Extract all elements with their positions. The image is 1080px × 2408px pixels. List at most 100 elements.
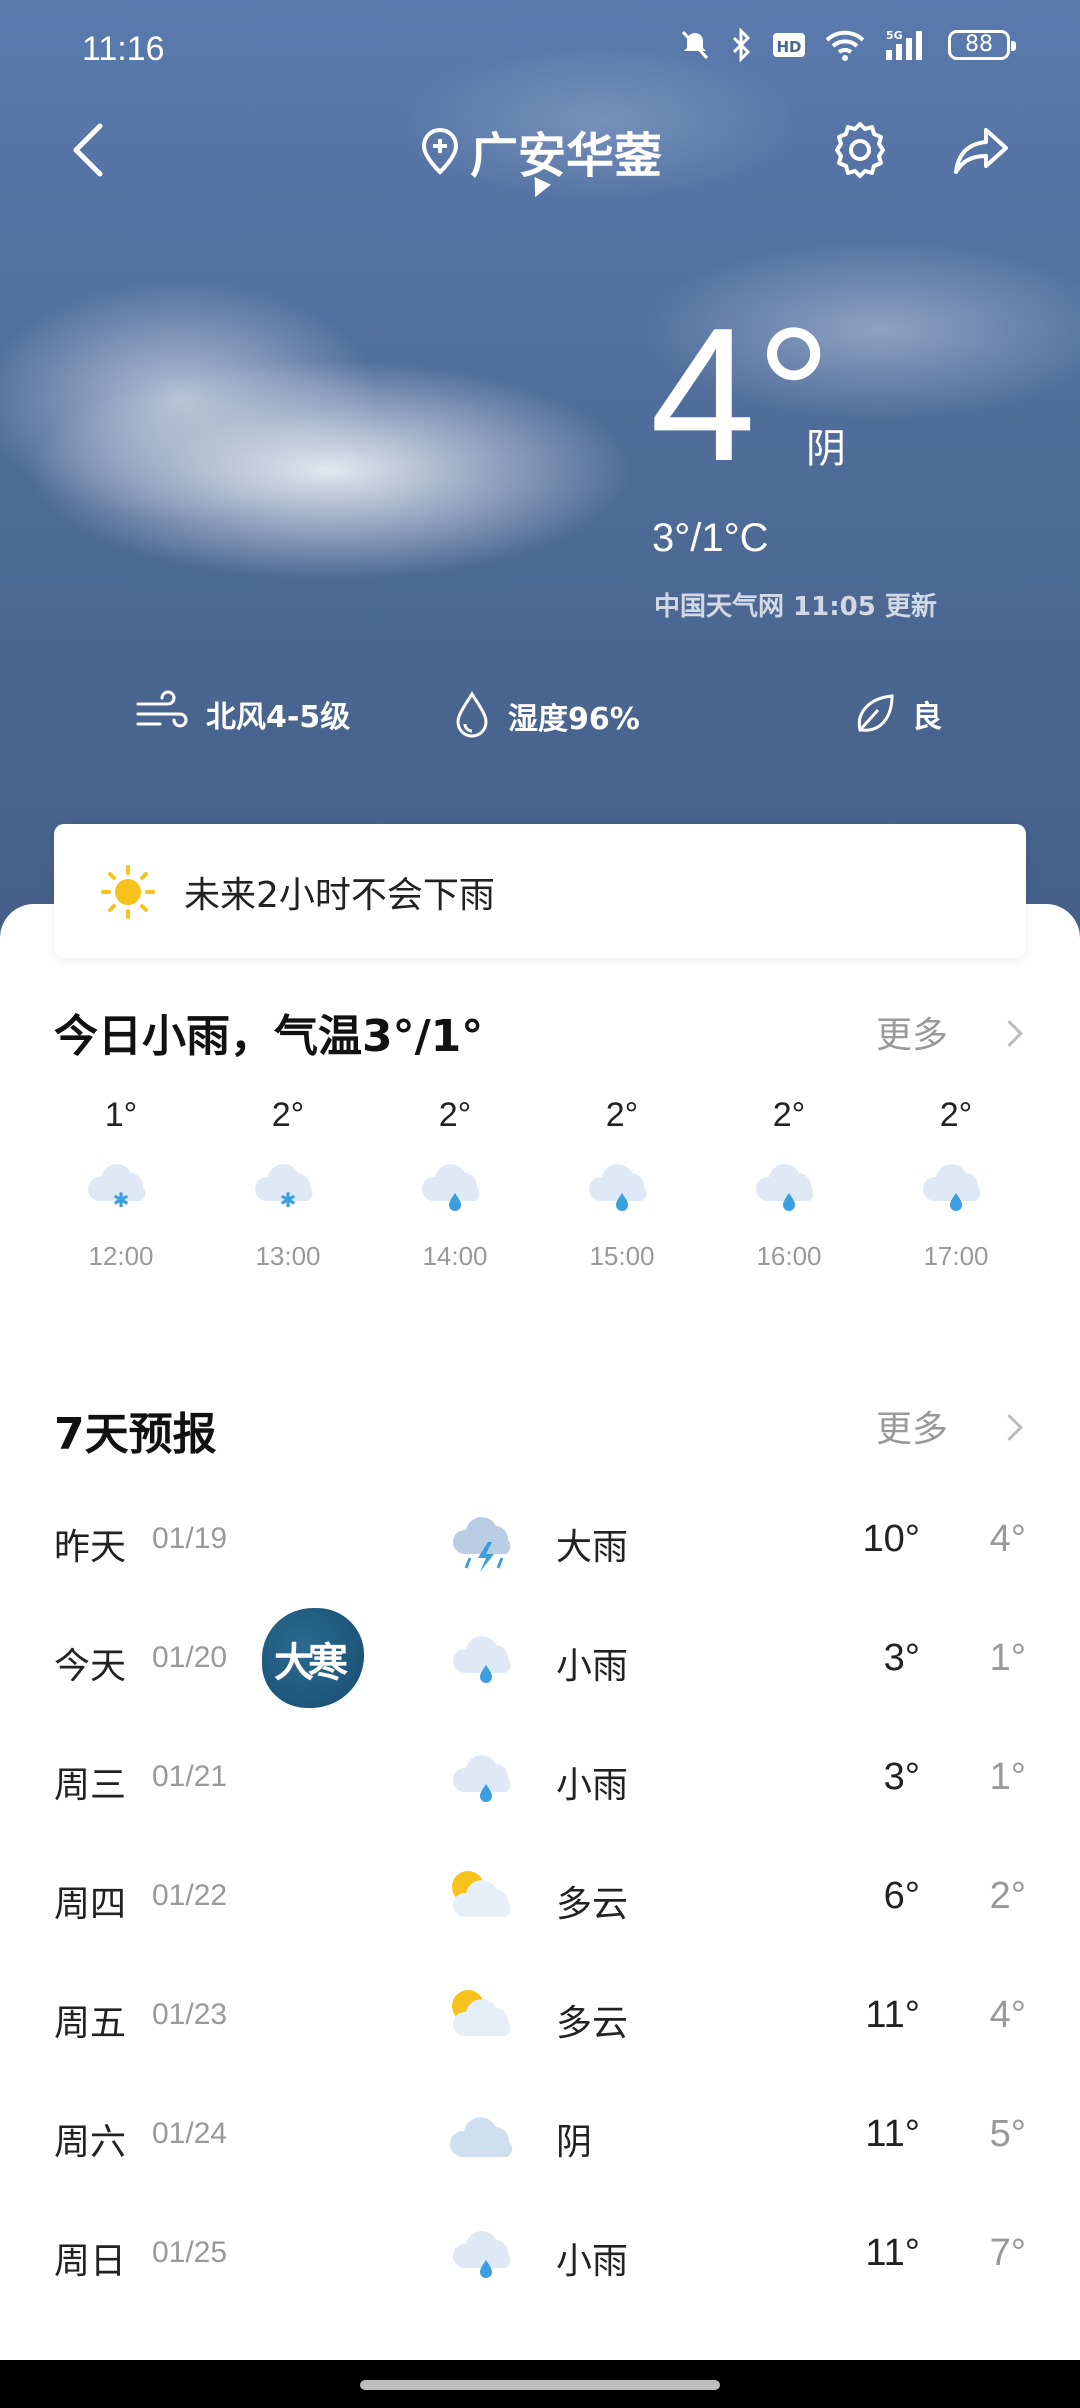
hourly-time: 15:00 [589,1241,655,1271]
forecast-high: 11° [865,2232,920,2274]
air-quality-metric[interactable]: 良 [852,690,942,738]
rain-icon [446,1746,526,1816]
forecast-date: 01/23 [152,1998,228,2031]
hourly-temp: 2° [772,1096,806,1134]
hourly-item: 2° 16:00 [729,1096,849,1272]
signal-icon: 5G [886,29,922,60]
forecast-day: 周四 [54,1884,127,1925]
forecast-row[interactable]: 周日 01/25 小雨 11° 7° [0,2214,1080,2304]
snow-icon: ✱ [81,1155,161,1219]
top-bar: 广安华蓥 [0,110,1080,201]
hourly-temp: 2° [605,1096,639,1134]
forecast-condition: 小雨 [556,1646,629,1687]
partly-cloudy-icon [446,1865,526,1935]
svg-text:5G: 5G [886,29,903,42]
status-time: 11:16 [82,30,165,68]
wifi-icon [825,30,865,61]
forecast-date: 01/20 [152,1641,228,1674]
forecast-low: 5° [989,2113,1026,2155]
forecast-day: 周五 [54,2003,127,2044]
forecast-row[interactable]: 今天 01/20 小雨 3° 1° [0,1619,1080,1709]
forecast-low: 4° [989,1994,1026,2036]
forecast-date: 01/19 [152,1522,228,1555]
forecast-row[interactable]: 周六 01/24 阴 11° 5° [0,2095,1080,2185]
forecast-day: 周日 [54,2241,127,2282]
today-more-link[interactable]: 更多 [876,1006,948,1058]
location-pin-icon [421,127,459,175]
forecast-condition: 多云 [556,1884,629,1925]
rain-icon [415,1155,495,1219]
mute-icon [681,30,709,60]
forecast-day: 周六 [54,2122,127,2163]
forecast-date: 01/21 [152,1760,228,1793]
forecast-date: 01/22 [152,1879,228,1912]
forecast-low: 2° [989,1875,1026,1917]
forecast-high: 11° [865,1994,920,2036]
weather-metrics: 北风4-5级 湿度96% 良 [0,690,1080,746]
rain-icon [446,2222,526,2292]
hourly-time: 17:00 [923,1241,989,1271]
rain-icon [582,1155,662,1219]
forecast-row[interactable]: 周三 01/21 小雨 3° 1° [0,1738,1080,1828]
wind-label: 北风4-5级 [206,700,351,735]
humidity-icon [456,691,488,738]
hourly-temp: 2° [438,1096,472,1134]
sun-icon [101,865,155,919]
forecast-more-link[interactable]: 更多 [876,1400,948,1452]
forecast-more-chevron-icon[interactable] [996,1414,1023,1441]
forecast-condition: 小雨 [556,2241,629,2282]
forecast-date: 01/24 [152,2117,228,2150]
location-name: 广安华蓥 [470,128,663,184]
hourly-temp: 2° [271,1096,305,1134]
status-bar: 11:16 HD 5G 88 [0,22,1080,74]
forecast-row[interactable]: 周四 01/22 多云 6° 2° [0,1857,1080,1947]
forecast-day: 周三 [54,1765,127,1806]
hourly-item: 2° ✱ 13:00 [228,1096,348,1272]
cloudy-icon [446,2103,526,2173]
forecast-high: 3° [883,1756,920,1798]
forecast-condition: 多云 [556,2003,629,2044]
forecast-date: 01/25 [152,2236,228,2269]
hd-icon: HD [773,33,805,57]
forecast-high: 6° [883,1875,920,1917]
forecast-day: 昨天 [54,1527,127,1568]
svg-text:HD: HD [776,38,801,56]
precipitation-card[interactable]: 未来2小时不会下雨 [54,824,1026,958]
back-arrow-icon[interactable] [62,118,118,182]
partly-cloudy-icon [446,1984,526,2054]
forecast-low: 4° [989,1518,1026,1560]
current-temperature: 4° [650,289,832,501]
details-sheet: 今日小雨，气温3°/1° 更多 1° ✱ 12:00 2° ✱ 13:00 2° 14:00 2… [0,904,1080,2408]
hourly-temp: 2° [939,1096,973,1134]
forecast-row[interactable]: 昨天 01/19 大雨 10° 4° [0,1500,1080,1590]
wind-metric[interactable]: 北风4-5级 [134,690,350,738]
forecast-high: 11° [865,2113,920,2155]
svg-text:✱: ✱ [113,1188,130,1212]
leaf-icon [857,694,894,732]
forecast-day: 今天 [54,1646,127,1687]
hourly-time: 14:00 [422,1241,488,1271]
forecast-title: 7天预报 [54,1409,217,1460]
forecast-low: 7° [989,2232,1026,2274]
share-icon[interactable] [950,118,1012,182]
hourly-item: 1° ✱ 12:00 [61,1096,181,1272]
hourly-time: 16:00 [756,1241,822,1271]
forecast-row[interactable]: 周五 01/23 多云 11° 4° [0,1976,1080,2066]
hourly-item: 2° 14:00 [395,1096,515,1272]
forecast-condition: 大雨 [556,1527,629,1568]
forecast-low: 1° [989,1637,1026,1679]
humidity-metric[interactable]: 湿度96% [452,690,640,742]
forecast-high: 10° [862,1518,920,1560]
rain-icon [916,1155,996,1219]
gear-icon[interactable] [830,118,890,182]
air-quality-label: 良 [912,700,942,735]
today-title: 今日小雨，气温3°/1° [54,1011,484,1062]
hourly-temp: 1° [104,1096,138,1134]
home-indicator[interactable] [360,2380,720,2390]
hourly-time: 13:00 [255,1241,321,1271]
update-source: 中国天气网 11:05 更新 [654,592,937,622]
location-selector[interactable]: 广安华蓥 [420,116,662,186]
hourly-item: 2° 15:00 [562,1096,682,1272]
today-more-chevron-icon[interactable] [996,1020,1023,1047]
rain-icon [749,1155,829,1219]
